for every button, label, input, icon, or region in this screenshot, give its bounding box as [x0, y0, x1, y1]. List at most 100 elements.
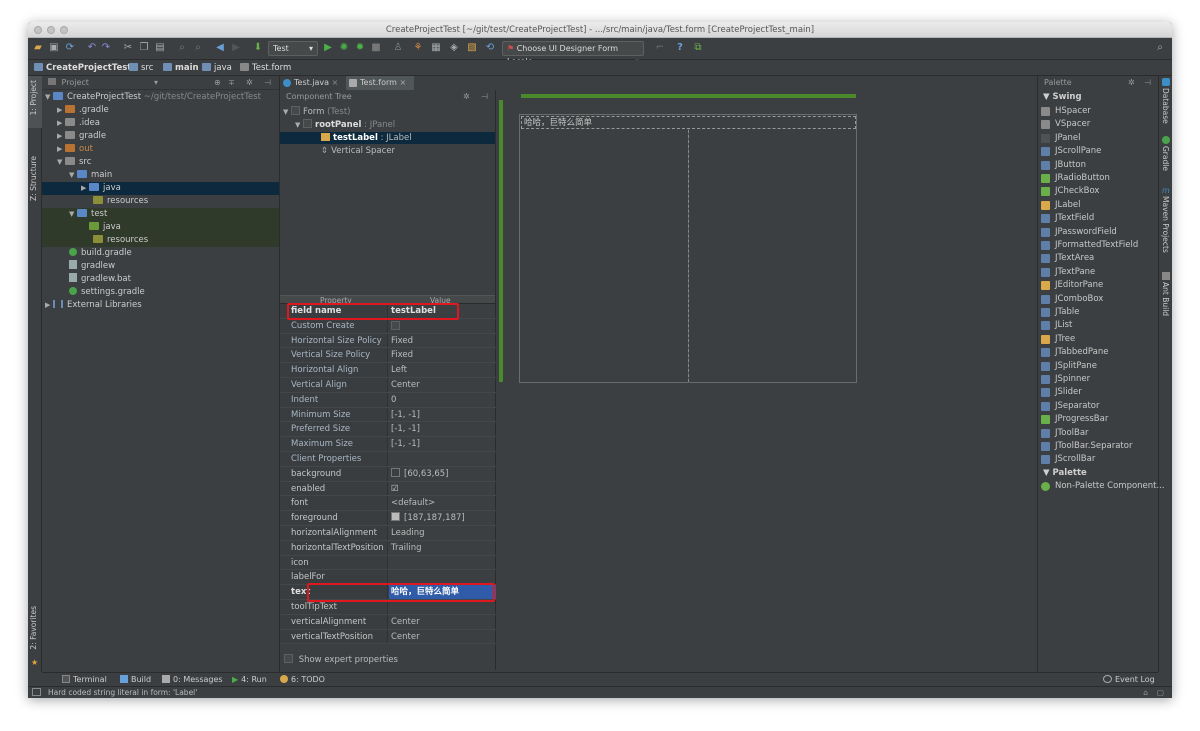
- gear-icon[interactable]: ✲: [1128, 76, 1135, 90]
- tree-item-test-resources[interactable]: resources: [42, 234, 279, 247]
- debug-icon[interactable]: ✺: [338, 42, 350, 54]
- paste-icon[interactable]: ▤: [154, 42, 166, 54]
- database-tool-tab[interactable]: Database: [1159, 78, 1172, 124]
- target-icon[interactable]: ⊕: [214, 76, 221, 90]
- save-icon[interactable]: ▣: [48, 42, 60, 54]
- cut-icon[interactable]: ✂: [122, 42, 134, 54]
- prop-row-horizontal-size-policy[interactable]: ▶Horizontal Size PolicyFixed: [280, 333, 496, 349]
- tab-test-java[interactable]: Test.java ×: [280, 76, 344, 90]
- prop-row-tooltip-text[interactable]: toolTipText: [280, 600, 496, 615]
- palette-item-jscrollbar[interactable]: JScrollBar: [1038, 453, 1158, 466]
- prop-row-preferred-size[interactable]: ▶Preferred Size[-1, -1]: [280, 422, 496, 438]
- palette-item-hspacer[interactable]: HSpacer: [1038, 105, 1158, 118]
- prop-row-background[interactable]: background [60,63,65]: [280, 466, 496, 482]
- palette-item-jbutton[interactable]: JButton: [1038, 159, 1158, 172]
- palette-item-jcombobox[interactable]: JComboBox: [1038, 293, 1158, 306]
- package-icon[interactable]: ▧: [466, 42, 478, 54]
- palette-group-swing[interactable]: ▼ Swing: [1038, 91, 1158, 104]
- chevron-down-icon[interactable]: ▾: [154, 76, 158, 90]
- palette-item-jscrollpane[interactable]: JScrollPane: [1038, 145, 1158, 158]
- designer-vertical-spacer[interactable]: [688, 130, 689, 382]
- vcs-icon[interactable]: ⌐: [654, 42, 666, 54]
- palette-item-jeditorpane[interactable]: JEditorPane: [1038, 279, 1158, 292]
- palette-item-jslider[interactable]: JSlider: [1038, 386, 1158, 399]
- build-icon[interactable]: ⬇: [252, 42, 264, 54]
- palette-item-jpanel[interactable]: JPanel: [1038, 132, 1158, 145]
- prop-row-horizontal-text-position[interactable]: horizontalTextPosition Trailing: [280, 540, 496, 556]
- sync-icon[interactable]: ⟳: [64, 42, 76, 54]
- palette-item-jtextfield[interactable]: JTextField: [1038, 212, 1158, 225]
- custom-create-checkbox[interactable]: [391, 320, 400, 330]
- tree-item-test-java[interactable]: java: [42, 221, 279, 234]
- prop-row-icon[interactable]: icon: [280, 555, 496, 571]
- palette-item-jtoolbar-separator[interactable]: JToolBar.Separator: [1038, 440, 1158, 453]
- tree-item-main-resources[interactable]: resources: [42, 195, 279, 208]
- close-tab-icon[interactable]: ×: [332, 78, 339, 87]
- breadcrumb-item-file[interactable]: Test.form: [240, 62, 291, 74]
- hide-panel-icon[interactable]: ⊣: [264, 76, 271, 90]
- breadcrumb-item-project[interactable]: CreateProjectTest: [34, 62, 131, 74]
- stop-icon[interactable]: ■: [370, 42, 382, 54]
- tree-item-test[interactable]: ▼ test: [42, 208, 279, 221]
- layout-icon[interactable]: ◈: [448, 42, 460, 54]
- redo-icon[interactable]: ↷: [100, 42, 112, 54]
- tree-node-test-label[interactable]: testLabel : JLabel: [280, 132, 495, 144]
- prop-row-custom-create[interactable]: Custom Create: [280, 318, 496, 334]
- structure-tool-tab[interactable]: Z: Structure: [28, 154, 42, 210]
- palette-item-jtoolbar[interactable]: JToolBar: [1038, 427, 1158, 440]
- tree-item-gradle[interactable]: ▶ gradle: [42, 130, 279, 143]
- zoom-window-button[interactable]: [60, 26, 68, 34]
- tree-item-gradlew-bat[interactable]: gradlew.bat: [42, 273, 279, 286]
- row-header-bar[interactable]: [499, 100, 503, 382]
- palette-item-jprogressbar[interactable]: JProgressBar: [1038, 413, 1158, 426]
- tree-item-build-gradle[interactable]: build.gradle: [42, 247, 279, 260]
- palette-item-jlabel[interactable]: JLabel: [1038, 199, 1158, 212]
- close-window-button[interactable]: [34, 26, 42, 34]
- palette-item-jtextpane[interactable]: JTextPane: [1038, 266, 1158, 279]
- prop-row-enabled[interactable]: enabled ☑: [280, 481, 496, 497]
- replace-icon[interactable]: ⌕: [192, 42, 204, 54]
- prop-row-vertical-text-position[interactable]: verticalTextPosition Center: [280, 629, 496, 645]
- build-tool-button[interactable]: Build: [120, 674, 151, 686]
- palette-item-jcheckbox[interactable]: JCheckBox: [1038, 185, 1158, 198]
- project-panel-header[interactable]: Project ▾ ⊕ ∓ ✲ ⊣: [42, 76, 279, 90]
- prop-row-indent[interactable]: Indent 0: [280, 392, 496, 408]
- tree-item-external-libraries[interactable]: ▶ External Libraries: [42, 299, 279, 312]
- hide-panel-icon[interactable]: ⊣: [481, 90, 488, 104]
- prop-row-vertical-alignment[interactable]: verticalAlignment Center: [280, 614, 496, 630]
- undo-icon[interactable]: ↶: [86, 42, 98, 54]
- show-expert-properties[interactable]: Show expert properties: [280, 652, 496, 668]
- favorites-tool-tab[interactable]: 2: Favorites ★: [28, 604, 42, 670]
- help-icon[interactable]: ?: [674, 42, 686, 54]
- tab-test-form[interactable]: Test.form ×: [346, 76, 414, 90]
- breadcrumb-item-main[interactable]: main: [163, 62, 199, 74]
- lock-icon[interactable]: ⌂: [1143, 687, 1148, 698]
- palette-item-jpasswordfield[interactable]: JPasswordField: [1038, 226, 1158, 239]
- form-canvas[interactable]: 哈哈，巨特么简单: [519, 114, 857, 383]
- messages-tool-button[interactable]: 0: Messages: [162, 674, 223, 686]
- prop-row-font[interactable]: font <default>: [280, 496, 496, 512]
- palette-item-jtable[interactable]: JTable: [1038, 306, 1158, 319]
- designer-label[interactable]: 哈哈，巨特么简单: [521, 116, 856, 129]
- form-preview-icon[interactable]: ⚘: [412, 42, 424, 54]
- enabled-checkbox[interactable]: ☑: [391, 484, 399, 494]
- collapse-icon[interactable]: ∓: [228, 76, 235, 90]
- palette-item-jlist[interactable]: JList: [1038, 319, 1158, 332]
- column-header-bar[interactable]: [521, 94, 856, 98]
- tree-node-root-panel[interactable]: ▼ rootPanel : JPanel: [295, 119, 395, 131]
- prop-row-horizontal-alignment[interactable]: horizontalAlignment Leading: [280, 526, 496, 541]
- run-config-combo[interactable]: Test ▾: [268, 41, 318, 56]
- terminal-tool-button[interactable]: Terminal: [62, 674, 107, 686]
- toggle-tool-windows-icon[interactable]: [32, 688, 41, 696]
- tree-item-src[interactable]: ▼ src: [42, 156, 279, 169]
- prop-row-maximum-size[interactable]: ▶Maximum Size[-1, -1]: [280, 437, 496, 452]
- ant-tool-tab[interactable]: Ant Build: [1159, 272, 1172, 324]
- expert-properties-checkbox[interactable]: [284, 654, 293, 663]
- tree-item-main-java[interactable]: ▶ java: [42, 182, 279, 195]
- prop-row-client-properties[interactable]: ▶Client Properties: [280, 452, 496, 467]
- forward-icon[interactable]: ▶: [230, 42, 242, 54]
- palette-item-jseparator[interactable]: JSeparator: [1038, 400, 1158, 413]
- run-icon[interactable]: ▶: [322, 42, 334, 54]
- prop-row-vertical-size-policy[interactable]: ▶Vertical Size PolicyFixed: [280, 348, 496, 364]
- breadcrumb-item-java[interactable]: java: [202, 62, 232, 74]
